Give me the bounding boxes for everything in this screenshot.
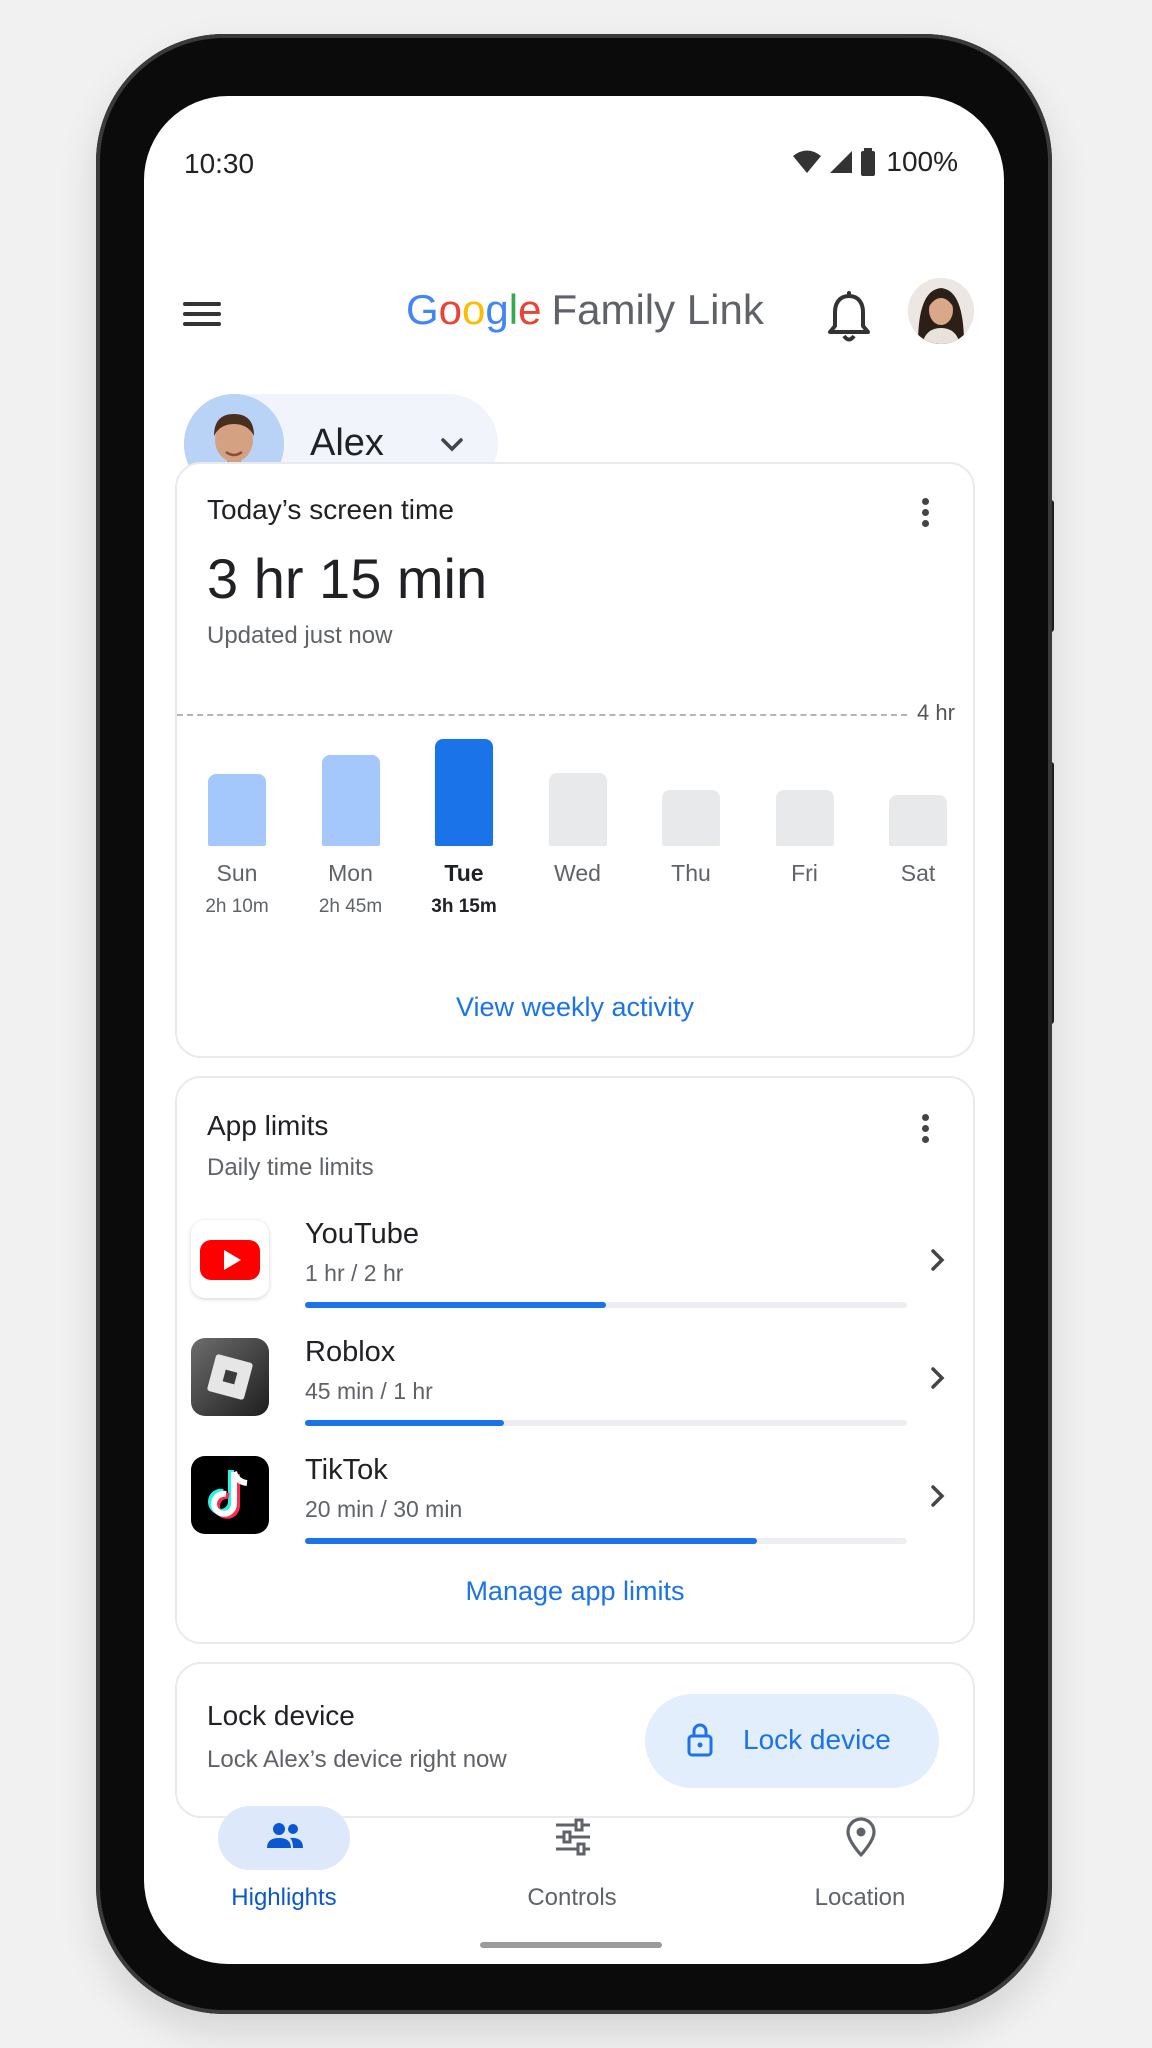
app-limits-card: App limits Daily time limits YouTube 1 h… [175, 1076, 975, 1644]
usage-progress-bar [305, 1420, 907, 1426]
app-name: YouTube [305, 1218, 419, 1250]
top-app-bar: Google Family Link [144, 276, 1004, 356]
logo-letter: o [462, 286, 486, 333]
app-usage: 1 hr / 2 hr [305, 1260, 404, 1286]
notifications-bell-icon[interactable] [824, 290, 874, 346]
bar-mon [321, 755, 380, 846]
daily-limit-line [177, 714, 907, 716]
bar-fri [775, 790, 834, 846]
manage-app-limits-link[interactable]: Manage app limits [177, 1576, 973, 1607]
status-icons: 100% [792, 146, 958, 178]
youtube-icon [191, 1220, 269, 1298]
usage-progress-bar [305, 1538, 907, 1544]
screen: 10:30 100% Google Family Link Alex Today… [144, 96, 1004, 1964]
app-limits-title: App limits [207, 1110, 329, 1141]
battery-percent: 100% [886, 146, 958, 177]
app-usage: 45 min / 1 hr [305, 1378, 433, 1404]
app-usage: 20 min / 30 min [305, 1496, 463, 1522]
day-label: Sun [216, 860, 258, 886]
logo-suffix: Family Link [551, 286, 764, 333]
screen-time-updated: Updated just now [207, 622, 393, 649]
app-limit-row-roblox[interactable]: Roblox 45 min / 1 hr [177, 1332, 977, 1444]
logo-letter: e [518, 286, 542, 333]
usage-progress-bar [305, 1302, 907, 1308]
status-time: 10:30 [184, 148, 255, 179]
nav-item-location[interactable]: Location [750, 1796, 970, 1926]
screen-time-total: 3 hr 15 min [207, 547, 488, 610]
screen-time-title: Today’s screen time [207, 494, 454, 525]
lock-device-subtitle: Lock Alex’s device right now [207, 1746, 507, 1773]
logo-letter: o [438, 286, 463, 333]
chevron-right-icon [931, 1249, 945, 1271]
menu-icon[interactable] [180, 296, 224, 340]
view-weekly-activity-link[interactable]: View weekly activity [177, 992, 973, 1023]
logo-letter: g [485, 286, 509, 333]
usage-progress-fill [305, 1302, 606, 1308]
chevron-right-icon [931, 1485, 945, 1507]
day-duration-label: 3h 15m [431, 896, 497, 917]
roblox-icon [191, 1338, 269, 1416]
bottom-navigation: Highlights Controls Location [144, 1796, 1004, 1926]
bar-thu [662, 790, 720, 846]
people-icon [267, 1823, 303, 1848]
more-options-icon[interactable] [913, 1110, 937, 1150]
nav-item-highlights[interactable]: Highlights [174, 1796, 394, 1926]
day-label: Tue [444, 860, 484, 886]
bar-wed [548, 773, 607, 846]
nav-item-controls[interactable]: Controls [462, 1796, 682, 1926]
cell-signal-icon [830, 151, 853, 173]
day-duration-label: 2h 10m [205, 896, 269, 917]
usage-progress-fill [305, 1538, 757, 1544]
sliders-icon [556, 1818, 590, 1856]
wifi-icon [793, 150, 822, 173]
nav-label: Controls [527, 1884, 617, 1911]
app-limit-row-tiktok[interactable]: TikTok 20 min / 30 min [177, 1450, 977, 1562]
usage-progress-fill [305, 1420, 504, 1426]
day-label: Sat [900, 860, 936, 886]
bar-sat [889, 795, 947, 846]
app-limit-row-youtube[interactable]: YouTube 1 hr / 2 hr [177, 1214, 977, 1326]
app-limits-subtitle: Daily time limits [207, 1154, 374, 1181]
logo-letter: l [508, 286, 519, 333]
day-label: Fri [791, 860, 818, 886]
lock-device-card: Lock device Lock Alex’s device right now… [175, 1662, 975, 1818]
tiktok-icon [191, 1456, 269, 1534]
lock-device-title: Lock device [207, 1700, 355, 1731]
day-label: Thu [671, 860, 711, 886]
lock-device-button[interactable]: Lock device [645, 1694, 939, 1788]
app-name: Roblox [305, 1336, 396, 1368]
weekly-screen-time-chart: 4 hr Sun 2h 10m Mon 2h 45m Tue 3h 15m Wed Thu Fr… [177, 684, 977, 974]
location-pin-icon [846, 1817, 876, 1857]
day-label: Mon [328, 860, 373, 886]
account-avatar[interactable] [908, 278, 974, 344]
more-options-icon[interactable] [913, 494, 937, 534]
chevron-down-icon [441, 438, 463, 452]
lock-device-button-label: Lock device [743, 1724, 891, 1755]
phone-frame: 10:30 100% Google Family Link Alex Today… [96, 34, 1052, 2014]
day-label: Wed [554, 860, 601, 886]
app-name: TikTok [305, 1454, 388, 1486]
home-indicator [480, 1942, 662, 1948]
bar-sun [208, 774, 266, 846]
screen-time-card: Today’s screen time 3 hr 15 min Updated … [175, 462, 975, 1058]
lock-icon [687, 1723, 713, 1757]
daily-limit-label: 4 hr [917, 700, 955, 725]
bar-tue [435, 739, 493, 846]
battery-icon [861, 148, 876, 176]
chevron-right-icon [931, 1367, 945, 1389]
nav-label: Location [814, 1884, 906, 1911]
logo-letter: G [406, 286, 439, 333]
status-bar: 10:30 100% [144, 96, 1004, 236]
day-duration-label: 2h 45m [318, 896, 383, 917]
nav-label: Highlights [231, 1884, 337, 1911]
app-logo: Google Family Link [406, 286, 764, 334]
child-name: Alex [310, 422, 384, 464]
